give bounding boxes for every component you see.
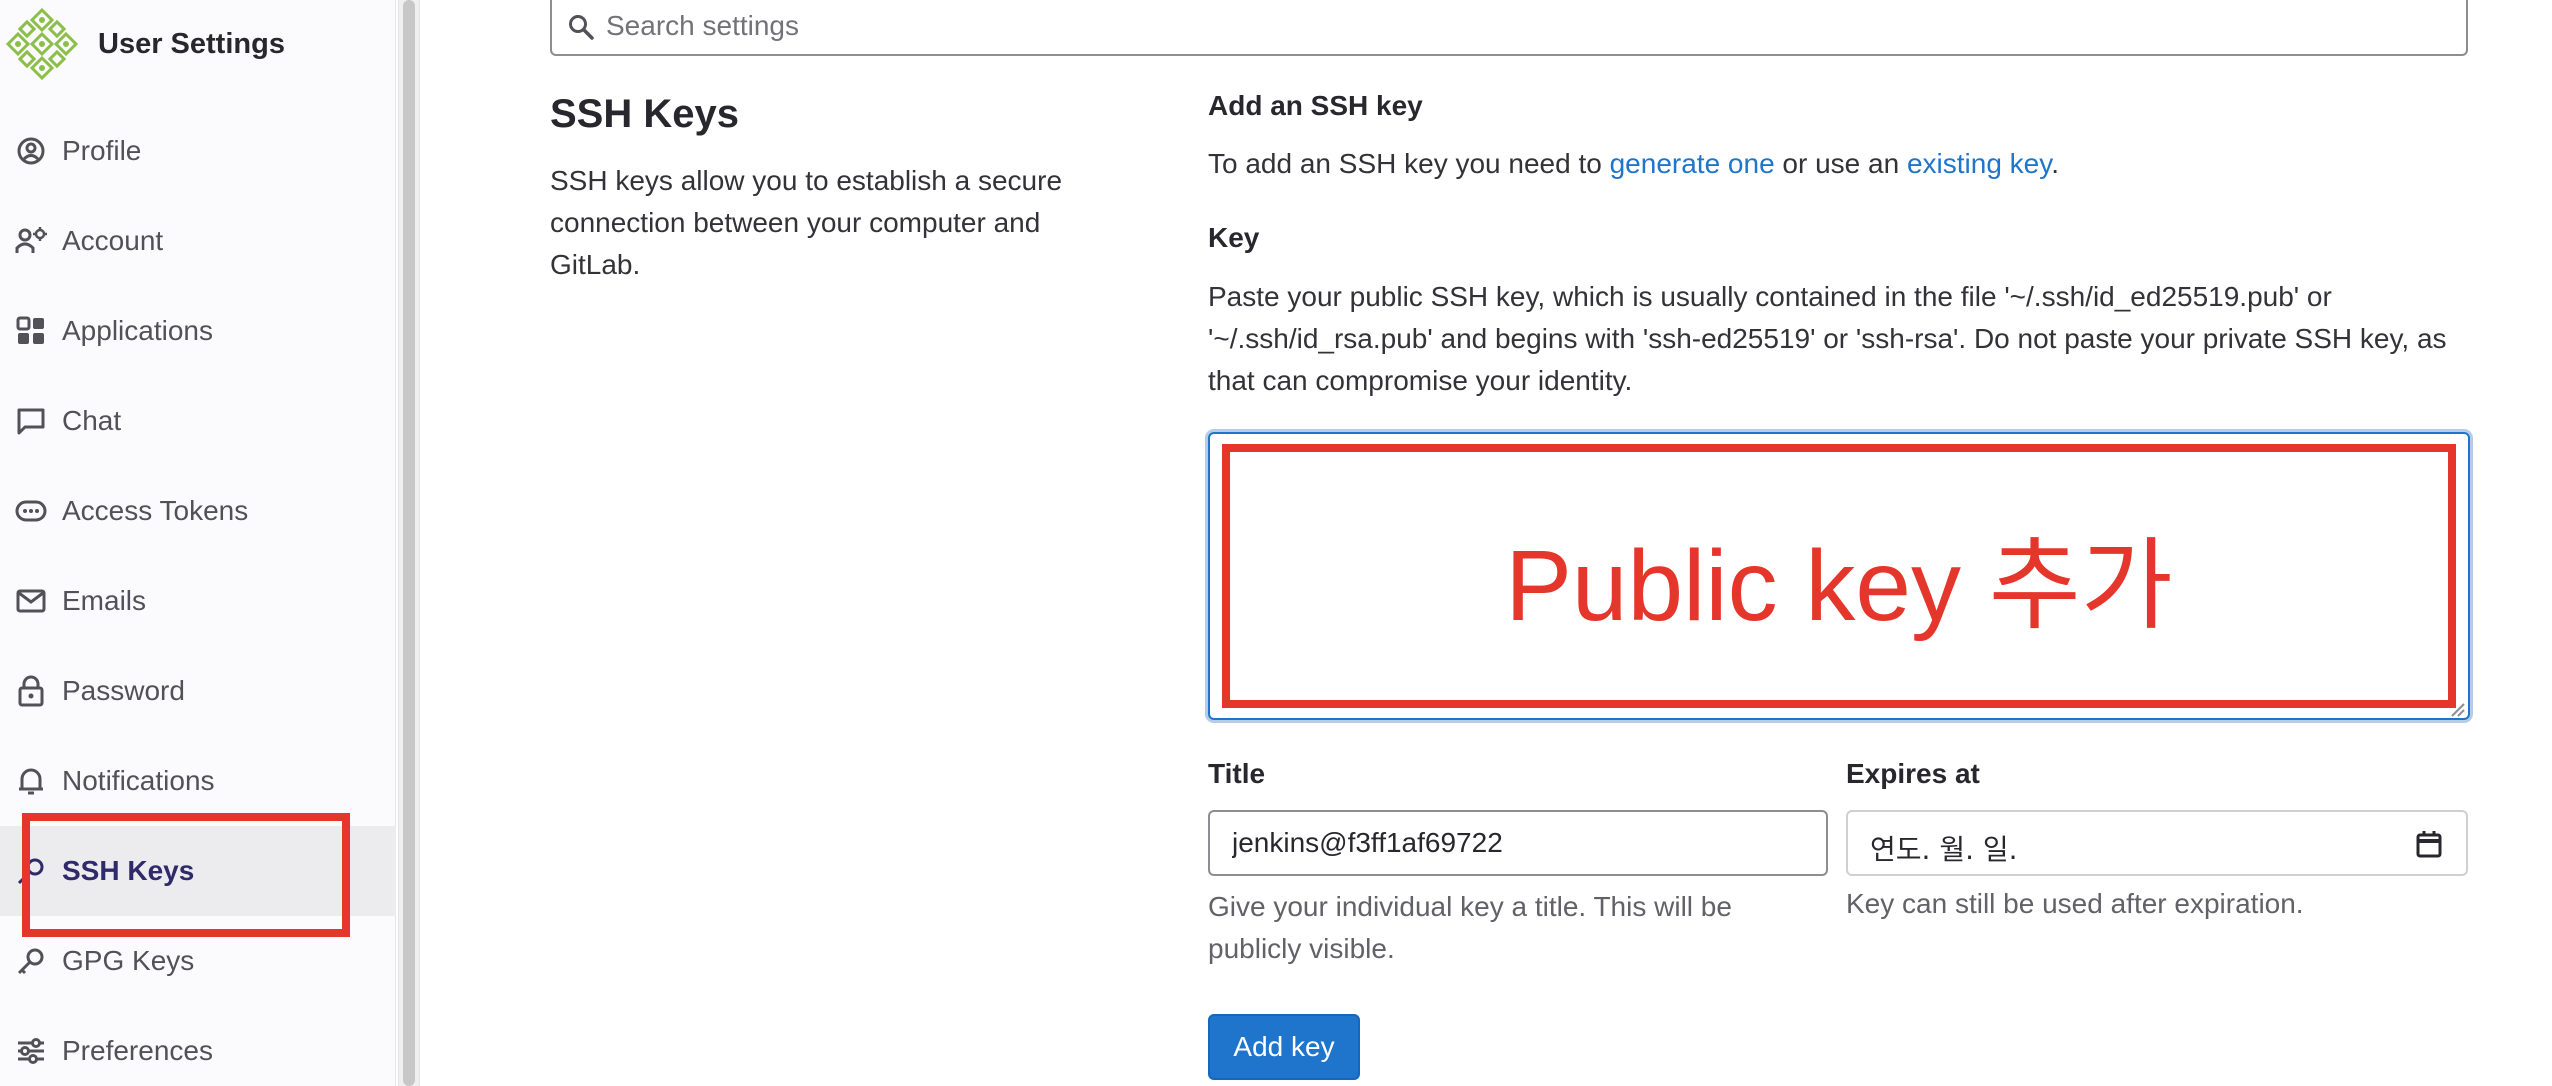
annotation-public-key-text: Public key 추가 [1505, 529, 2173, 642]
profile-icon [14, 134, 48, 168]
sidebar-item-account[interactable]: Account [0, 196, 396, 286]
mail-icon [14, 584, 48, 618]
help-text-prefix: To add an SSH key you need to [1208, 148, 1610, 179]
section-description: SSH keys allow you to establish a secure… [550, 165, 1063, 280]
title-input[interactable] [1208, 810, 1828, 876]
sidebar-title: User Settings [98, 28, 285, 60]
sidebar-item-label: Emails [62, 585, 147, 616]
applications-icon [14, 314, 48, 348]
add-ssh-key-help: To add an SSH key you need to generate o… [1208, 148, 2059, 180]
section-title: SSH Keys [550, 92, 739, 136]
preferences-icon [14, 1034, 48, 1068]
bell-icon [14, 764, 48, 798]
sidebar-item-label: Preferences [62, 1035, 213, 1066]
lock-icon [14, 674, 48, 708]
token-icon [14, 494, 48, 528]
sidebar-item-access-tokens[interactable]: Access Tokens [0, 466, 396, 556]
generate-one-link[interactable]: generate one [1610, 148, 1775, 179]
key-label: Key [1208, 222, 1260, 253]
sidebar-item-preferences[interactable]: Preferences [0, 1006, 396, 1086]
account-icon [14, 224, 48, 258]
annotation-public-key-box: Public key 추가 [1222, 444, 2456, 708]
expires-at-help-text: Key can still be used after expiration. [1846, 888, 2304, 919]
sidebar-item-label: Chat [62, 405, 122, 436]
title-label: Title [1208, 758, 1266, 789]
add-ssh-key-heading: Add an SSH key [1208, 90, 1423, 121]
sidebar-item-emails[interactable]: Emails [0, 556, 396, 646]
sidebar-item-chat[interactable]: Chat [0, 376, 396, 466]
existing-key-link[interactable]: existing key [1907, 148, 2051, 179]
annotation-highlight-ssh-keys [22, 813, 350, 937]
sidebar-scrollbar[interactable] [398, 0, 420, 1086]
sidebar-item-password[interactable]: Password [0, 646, 396, 736]
title-help-text: Give your individual key a title. This w… [1208, 891, 1732, 964]
search-field[interactable] [550, 0, 2468, 56]
help-text-middle: or use an [1774, 148, 1907, 179]
key-help-text: Paste your public SSH key, which is usua… [1208, 281, 2447, 396]
sidebar-item-label: Access Tokens [62, 495, 249, 526]
key-icon [14, 944, 48, 978]
search-input[interactable] [606, 6, 2406, 46]
sidebar-scrollbar-thumb[interactable] [403, 0, 415, 1086]
sidebar: User Settings Profile Account Applicatio… [0, 0, 396, 1086]
sidebar-item-label: GPG Keys [62, 945, 195, 976]
sidebar-item-label: Account [62, 225, 164, 256]
chat-icon [14, 404, 48, 438]
sidebar-context-header[interactable]: User Settings [0, 0, 396, 92]
expires-at-value: 연도. 월. 일. [1870, 833, 2018, 866]
resize-grip-icon[interactable] [2448, 700, 2466, 718]
expires-at-date-input[interactable]: 연도. 월. 일. [1846, 810, 2468, 876]
expires-at-label: Expires at [1846, 758, 1980, 789]
sidebar-item-applications[interactable]: Applications [0, 286, 396, 376]
help-text-suffix: . [2051, 148, 2059, 179]
add-key-button[interactable]: Add key [1208, 1014, 1360, 1080]
sidebar-item-label: Password [62, 675, 185, 706]
gitlab-logo-icon [5, 7, 79, 81]
sidebar-item-label: Profile [62, 135, 142, 166]
calendar-icon[interactable] [2416, 830, 2442, 858]
search-icon [569, 15, 594, 40]
sidebar-item-profile[interactable]: Profile [0, 106, 396, 196]
sidebar-item-label: Notifications [62, 765, 215, 796]
sidebar-item-label: Applications [62, 315, 213, 346]
